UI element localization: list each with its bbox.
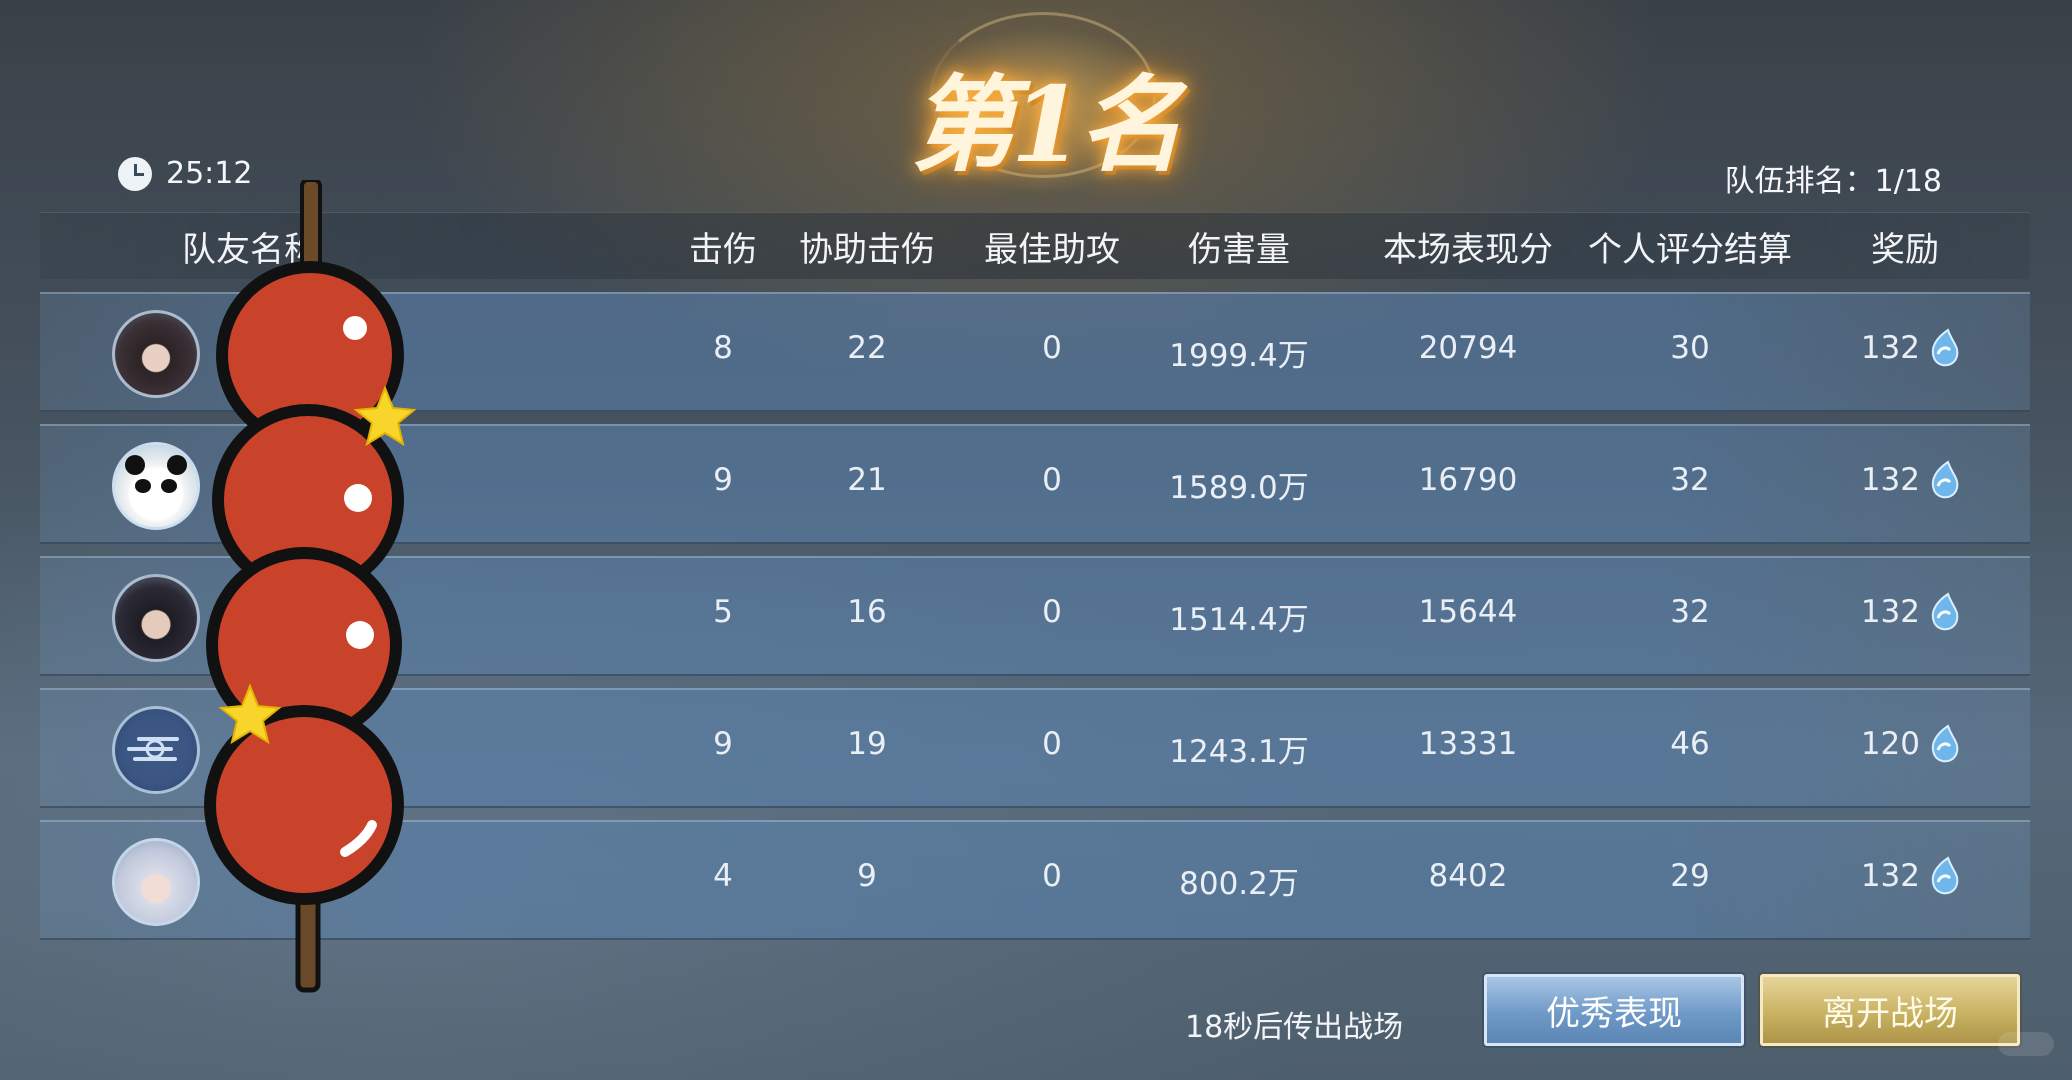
water-drop-currency-icon: [1931, 328, 1959, 367]
reward-amount: 120: [1860, 726, 1920, 762]
header-performance: 本场表现分: [1383, 230, 1553, 270]
best-assist-cell: 0: [1042, 726, 1062, 762]
panda-eye-left: [135, 479, 151, 493]
damage-cell: 1514.4万: [1169, 602, 1309, 638]
personal-score-cell: 46: [1670, 726, 1710, 762]
personal-score-cell: 32: [1670, 462, 1710, 498]
performance-cell: 8402: [1428, 858, 1508, 894]
header-damage: 伤害量: [1188, 230, 1290, 270]
kills-cell: 8: [713, 330, 733, 366]
header-best-assist: 最佳助攻: [984, 230, 1120, 270]
damage-cell: 800.2万: [1179, 866, 1299, 902]
reward-amount: 132: [1860, 330, 1920, 366]
leave-battlefield-button[interactable]: 离开战场: [1760, 974, 2020, 1046]
personal-score-cell: 29: [1670, 858, 1710, 894]
assists-cell: 16: [847, 594, 887, 630]
kills-cell: 9: [713, 726, 733, 762]
watermark-badge: [1998, 1032, 2054, 1056]
best-assist-cell: 0: [1042, 594, 1062, 630]
assists-cell: 9: [857, 858, 877, 894]
battle-result-screen: 第1名 25:12 队伍排名：1/18 队友名称 击伤 协助击伤 最佳助攻 伤害…: [0, 0, 2072, 1080]
performance-cell: 20794: [1418, 330, 1518, 366]
panda-eye-right: [161, 479, 177, 493]
team-rank: 队伍排名：1/18: [1725, 156, 1942, 200]
cloud-emblem-icon: [127, 737, 179, 761]
best-assist-cell: 0: [1042, 858, 1062, 894]
assists-cell: 21: [847, 462, 887, 498]
panda-ear-left: [125, 455, 145, 475]
water-drop-currency-icon: [1931, 724, 1959, 763]
damage-cell: 1999.4万: [1169, 338, 1309, 374]
header-reward: 奖励: [1871, 230, 1939, 270]
assists-cell: 19: [847, 726, 887, 762]
water-drop-currency-icon: [1931, 856, 1959, 895]
best-assist-cell: 0: [1042, 330, 1062, 366]
performance-cell: 15644: [1418, 594, 1518, 630]
team-rank-value: 1/18: [1874, 164, 1942, 199]
performance-cell: 13331: [1418, 726, 1518, 762]
personal-score-cell: 32: [1670, 594, 1710, 630]
kills-cell: 4: [713, 858, 733, 894]
reward-amount: 132: [1860, 462, 1920, 498]
damage-cell: 1243.1万: [1169, 734, 1309, 770]
tanghulu-sticker: [204, 180, 417, 993]
kills-cell: 5: [713, 594, 733, 630]
placement-title: 第1名: [910, 63, 1183, 186]
water-drop-currency-icon: [1931, 460, 1959, 499]
header-assists: 协助击伤: [799, 230, 935, 270]
clock-icon: [118, 157, 152, 191]
performance-cell: 16790: [1418, 462, 1518, 498]
water-drop-currency-icon: [1931, 592, 1959, 631]
assists-cell: 22: [847, 330, 887, 366]
personal-score-cell: 30: [1670, 330, 1710, 366]
reward-amount: 132: [1860, 858, 1920, 894]
team-rank-label: 队伍排名：: [1724, 164, 1875, 199]
header-personal-score: 个人评分结算: [1588, 230, 1792, 270]
damage-cell: 1589.0万: [1169, 470, 1309, 506]
kills-cell: 9: [713, 462, 733, 498]
exit-countdown: 18秒后传出战场: [1185, 1010, 1404, 1045]
reward-amount: 132: [1860, 594, 1920, 630]
excellent-performance-button[interactable]: 优秀表现: [1484, 974, 1744, 1046]
best-assist-cell: 0: [1042, 462, 1062, 498]
header-kills: 击伤: [689, 230, 757, 270]
